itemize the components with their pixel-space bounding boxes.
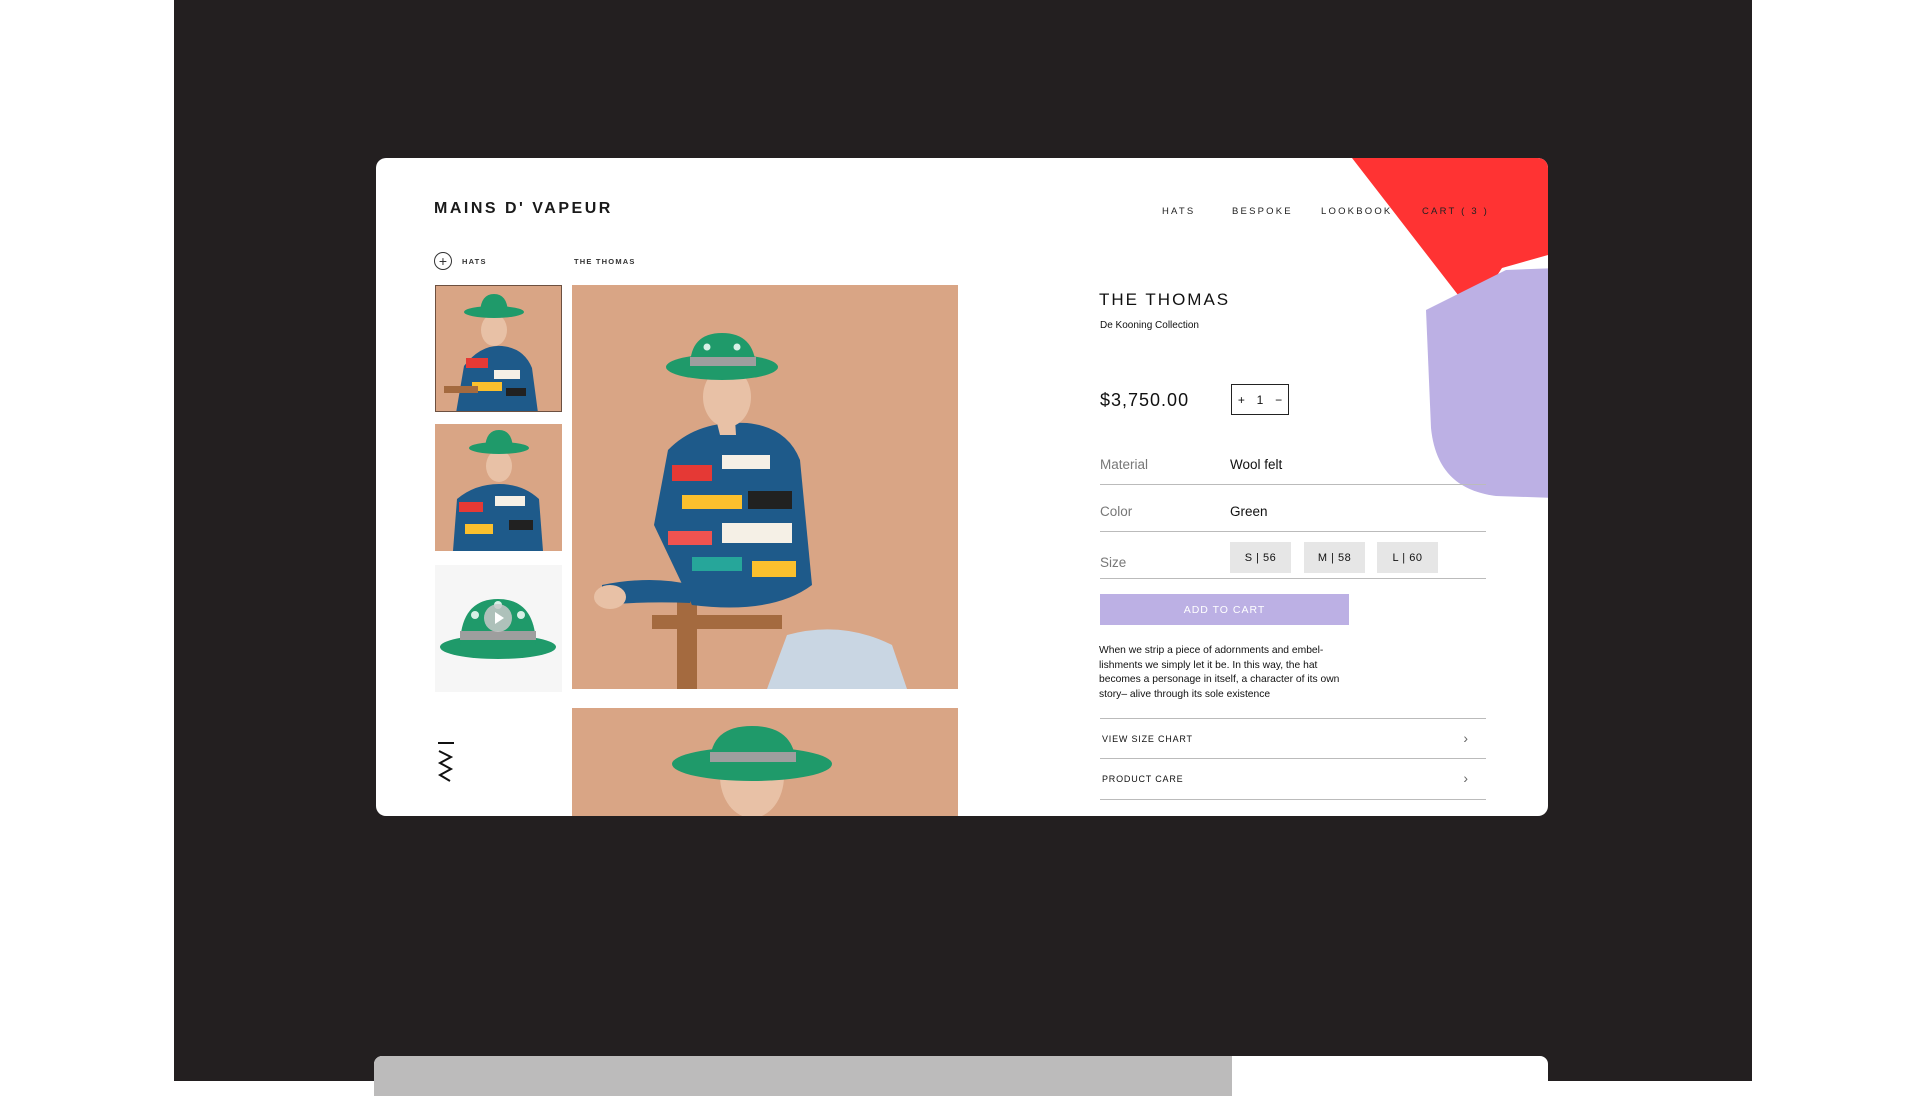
secondary-product-image (572, 708, 958, 816)
color-row: Color Green (1100, 484, 1486, 532)
nav-hats[interactable]: HATS (1162, 206, 1195, 217)
product-description: When we strip a piece of adornments and … (1099, 645, 1340, 700)
size-option-large[interactable]: L | 60 (1377, 542, 1438, 573)
size-option-small[interactable]: S | 56 (1230, 542, 1291, 573)
add-to-cart-button[interactable]: ADD TO CART (1100, 594, 1349, 625)
main-product-image (572, 285, 958, 689)
product-collection[interactable]: De Kooning Collection (1100, 320, 1199, 331)
material-label: Material (1100, 457, 1149, 472)
size-option-medium[interactable]: M | 58 (1304, 542, 1365, 573)
play-icon[interactable] (483, 603, 513, 633)
nav-cart[interactable]: CART ( 3 ) (1422, 206, 1489, 217)
material-value: Wool felt (1230, 457, 1283, 472)
chevron-right-icon: › (1463, 730, 1468, 746)
material-row: Material Wool felt (1100, 438, 1486, 485)
size-row: Size S | 56 M | 58 L | 60 (1100, 531, 1486, 579)
nav-lookbook[interactable]: LOOKBOOK (1321, 206, 1392, 217)
plus-circle-icon[interactable]: + (434, 252, 452, 270)
next-card-preview (374, 1056, 1548, 1096)
breadcrumb-hats[interactable]: HATS (462, 257, 487, 266)
product-page-card: MAINS D' VAPEUR HATS BESPOKE LOOKBOOK CA… (376, 158, 1548, 816)
thumbnail-1[interactable] (435, 285, 562, 412)
thumbnail-photo (436, 286, 561, 411)
quantity-minus-button[interactable]: − (1275, 393, 1282, 407)
product-title: THE THOMAS (1099, 290, 1231, 309)
thumbnail-video[interactable] (435, 565, 562, 692)
accordion-size-chart-label: VIEW SIZE CHART (1102, 734, 1193, 744)
quantity-stepper[interactable]: + 1 − (1231, 384, 1289, 415)
accordion-product-care-label: PRODUCT CARE (1102, 774, 1184, 784)
quantity-value: 1 (1256, 392, 1264, 407)
next-card-gray-panel (374, 1056, 1232, 1096)
quantity-plus-button[interactable]: + (1238, 393, 1245, 407)
accordion-size-chart[interactable]: VIEW SIZE CHART › (1100, 718, 1486, 759)
color-label: Color (1100, 504, 1133, 519)
size-label: Size (1100, 555, 1127, 570)
mw-monogram-icon (437, 742, 454, 782)
secondary-product-photo (572, 708, 958, 816)
brand-logo[interactable]: MAINS D' VAPEUR (434, 200, 613, 218)
accordion-product-care[interactable]: PRODUCT CARE › (1100, 758, 1486, 800)
nav-bespoke[interactable]: BESPOKE (1232, 206, 1293, 217)
product-price: $3,750.00 (1100, 390, 1190, 410)
chevron-right-icon: › (1463, 770, 1468, 786)
main-product-photo (572, 285, 958, 689)
thumbnail-photo (435, 424, 562, 551)
thumbnail-2[interactable] (435, 424, 562, 551)
breadcrumb-current: THE THOMAS (574, 257, 636, 266)
color-value: Green (1230, 504, 1268, 519)
